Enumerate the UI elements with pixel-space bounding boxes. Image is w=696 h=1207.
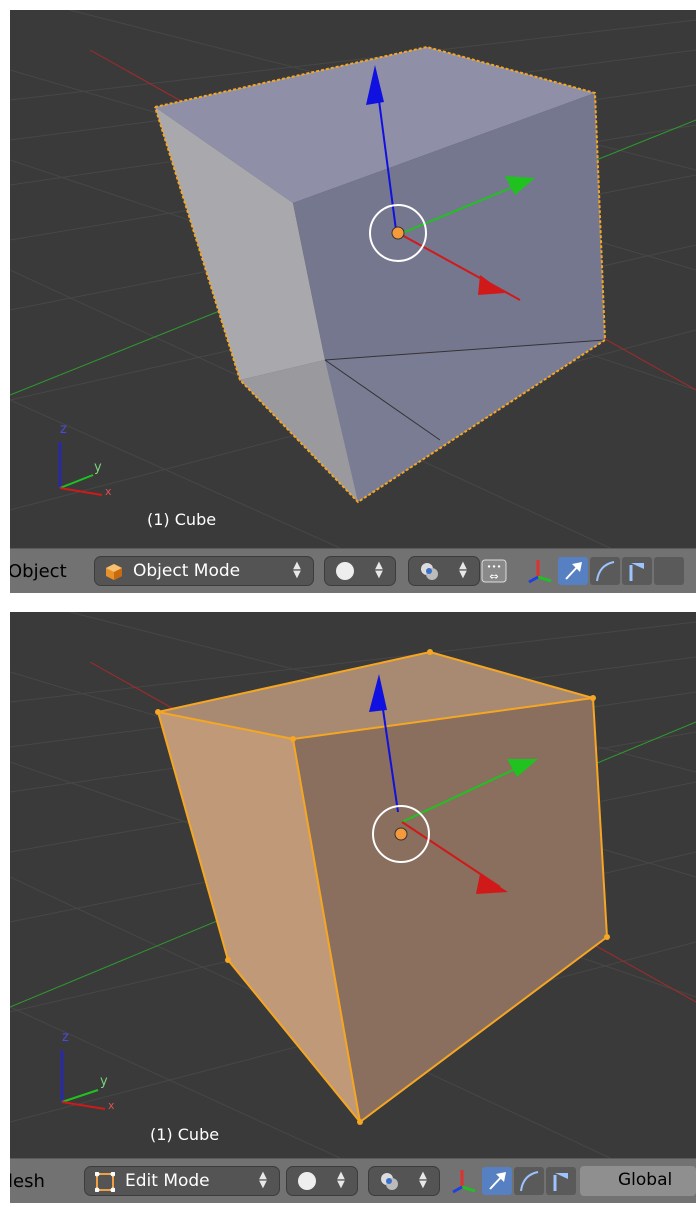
manipulator-icon[interactable] (526, 557, 556, 589)
translate-arrow-icon (489, 1172, 506, 1190)
dropdown-arrows-icon: ▲ ▼ (293, 560, 301, 580)
rotate-button[interactable] (590, 557, 620, 585)
viewport-shading-dropdown[interactable]: ▲ ▼ (324, 556, 396, 586)
axis-label-y: y (100, 1074, 108, 1089)
scale-button[interactable] (622, 557, 652, 585)
3d-viewport[interactable]: z y x (1) Cube (10, 10, 696, 548)
translate-button[interactable] (558, 557, 588, 585)
cube-icon (105, 563, 123, 585)
object-menu[interactable]: Object (10, 561, 67, 582)
pivot-point-dropdown[interactable]: ▲ ▼ (368, 1166, 440, 1196)
dropdown-arrows-icon: ▲ ▼ (259, 1170, 267, 1190)
dropdown-arrows-icon: ▲ ▼ (337, 1170, 345, 1190)
pivot-icon (419, 561, 439, 585)
scale-icon (629, 563, 644, 581)
scale-button[interactable] (546, 1167, 576, 1195)
cube-object[interactable] (155, 649, 610, 1125)
header-overflow[interactable] (654, 557, 684, 585)
sphere-icon (297, 1171, 317, 1195)
edit-mesh-icon (94, 1171, 116, 1196)
viewport-shading-dropdown[interactable]: ▲ ▼ (286, 1166, 358, 1196)
mesh-menu[interactable]: lesh (10, 1171, 45, 1192)
mode-dropdown-label: Object Mode (133, 561, 241, 581)
axis-label-x: x (105, 485, 112, 498)
pivot-point-dropdown[interactable]: ▲ ▼ (408, 556, 480, 586)
mode-dropdown-label: Edit Mode (125, 1171, 210, 1191)
axis-label-x: x (108, 1099, 115, 1112)
axis-label-y: y (94, 460, 102, 475)
transform-orientation-dropdown[interactable]: Global (580, 1166, 696, 1196)
axis-label-z: z (60, 422, 67, 437)
object-name-label: (1) Cube (147, 510, 217, 529)
rotate-icon (596, 561, 615, 582)
manipulator-icon[interactable] (450, 1167, 480, 1199)
dropdown-arrows-icon: ▲ ▼ (375, 560, 383, 580)
rotate-button[interactable] (514, 1167, 544, 1195)
pivot-icon (379, 1171, 399, 1195)
3d-view-header: Object Object Mode ▲ ▼ ▲ ▼ ▲ ▼ ∙∙∙ ⇔ (10, 548, 696, 593)
mode-dropdown[interactable]: Object Mode ▲ ▼ (94, 556, 314, 586)
sphere-icon (335, 561, 355, 585)
3d-viewport[interactable]: z y x (1) Cube (10, 612, 696, 1158)
object-mode-panel: z y x (1) Cube Object Object Mode ▲ ▼ ▲ ▼ … (10, 10, 696, 610)
object-name-label: (1) Cube (150, 1125, 220, 1144)
svg-text:⇔: ⇔ (489, 570, 498, 583)
dropdown-arrows-icon: ▲ ▼ (459, 560, 467, 580)
translate-button[interactable] (482, 1167, 512, 1195)
axis-widget (61, 1050, 106, 1110)
scale-icon (553, 1173, 568, 1191)
mode-dropdown[interactable]: Edit Mode ▲ ▼ (84, 1166, 280, 1196)
rotate-icon (520, 1171, 539, 1192)
axis-label-z: z (62, 1030, 69, 1045)
3d-view-header: lesh Edit Mode ▲ ▼ ▲ ▼ ▲ ▼ Global (10, 1158, 696, 1203)
translate-arrow-icon (565, 562, 582, 580)
snap-toggle-icon[interactable]: ∙∙∙ ⇔ (480, 557, 508, 589)
dropdown-arrows-icon: ▲ ▼ (419, 1170, 427, 1190)
orientation-label: Global (618, 1170, 673, 1190)
edit-mode-panel: z y x (1) Cube lesh Edit Mode ▲ ▼ ▲ ▼ ▲ ▼ (10, 612, 696, 1207)
